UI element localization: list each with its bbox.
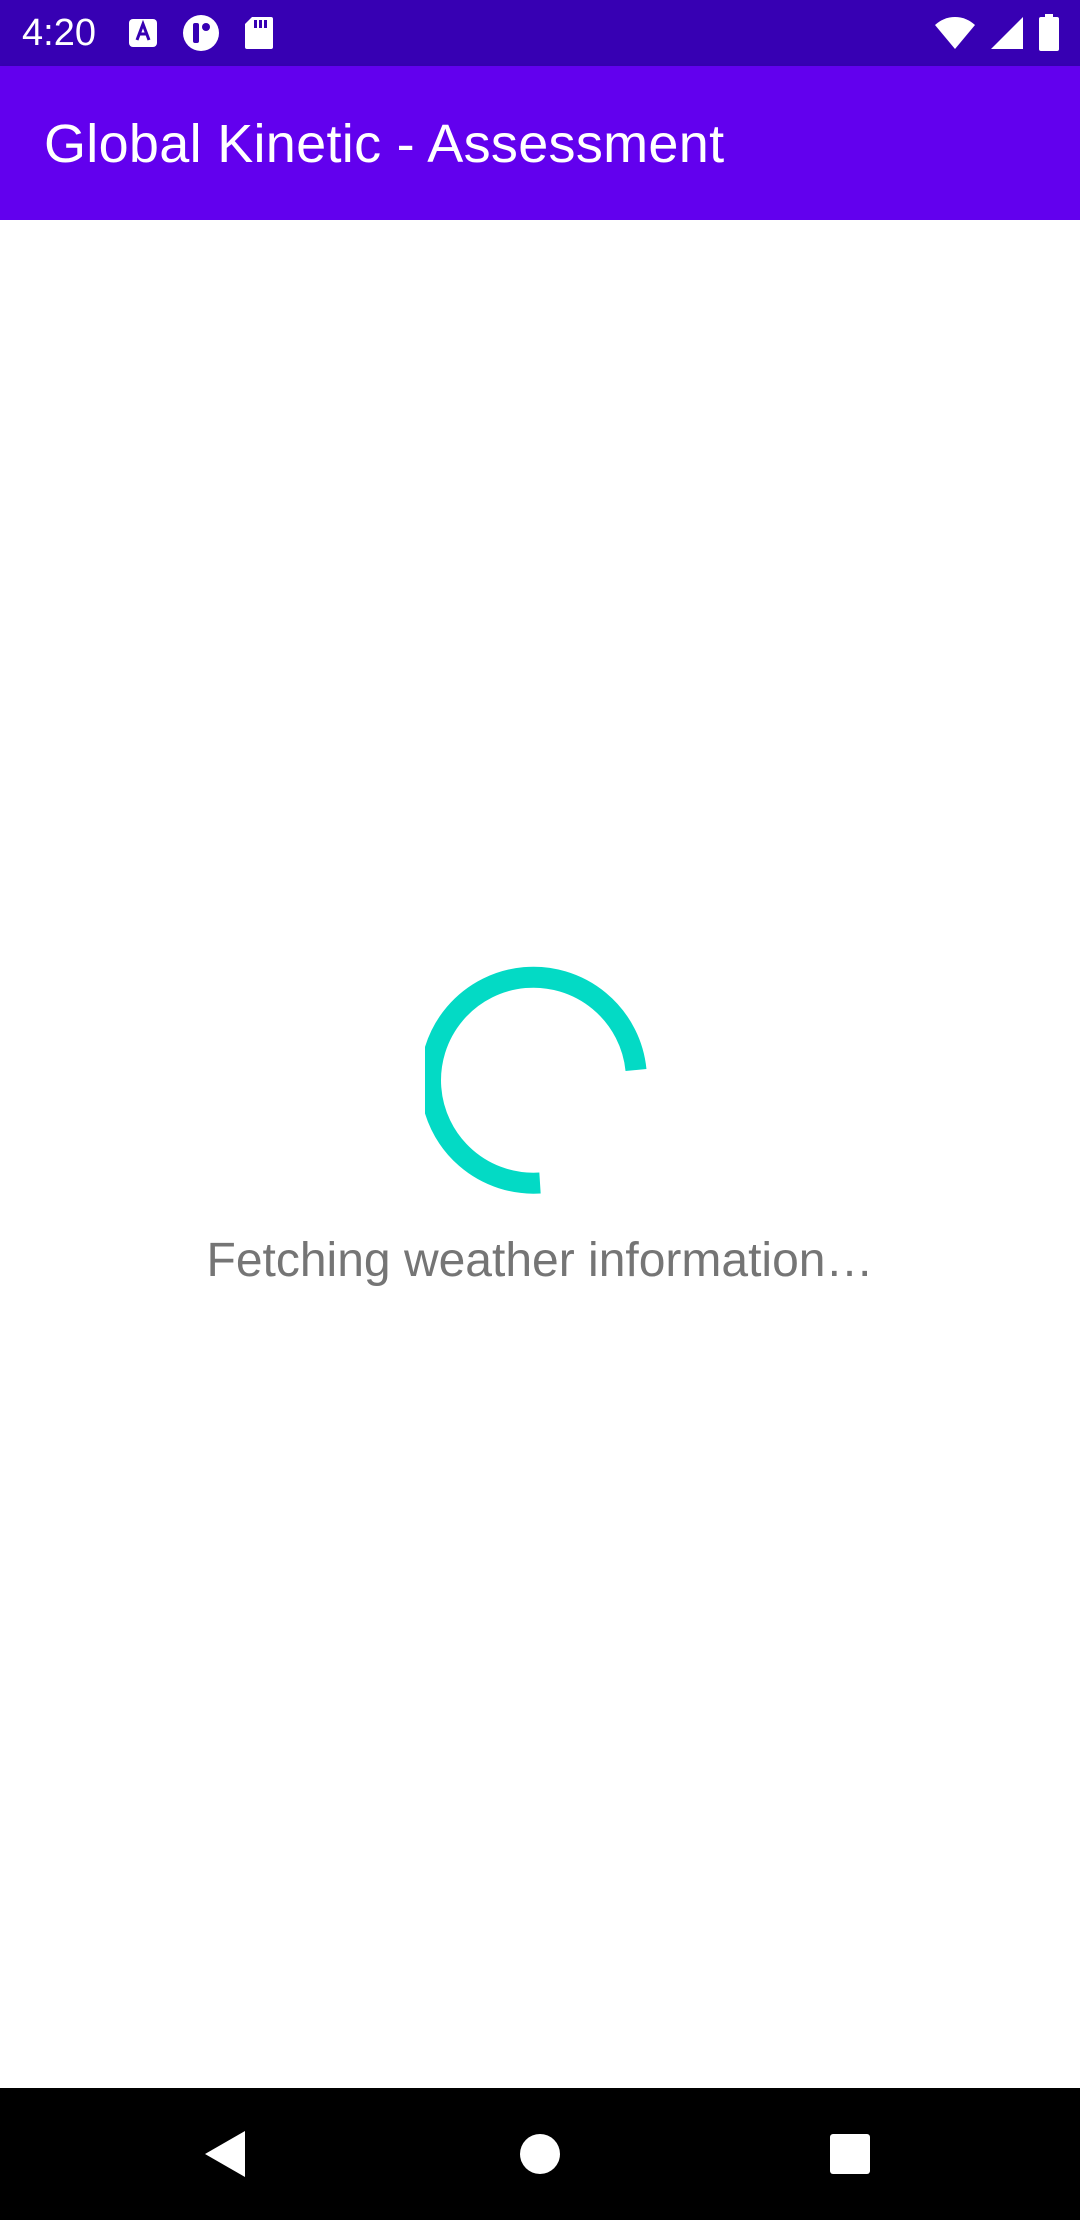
navigation-bar bbox=[0, 2088, 1080, 2220]
content-area: Fetching weather information… bbox=[0, 220, 1080, 2088]
status-notification-icons bbox=[128, 14, 274, 52]
loading-text: Fetching weather information… bbox=[206, 1234, 874, 1287]
app-title: Global Kinetic - Assessment bbox=[44, 114, 725, 174]
t-badge-icon bbox=[182, 14, 220, 52]
status-time: 4:20 bbox=[22, 12, 96, 54]
battery-icon bbox=[1038, 14, 1060, 52]
status-bar: 4:20 bbox=[0, 0, 1080, 66]
screen: 4:20 Global Kinetic - Assessment Fetchin… bbox=[0, 0, 1080, 2220]
sd-card-icon bbox=[244, 16, 274, 50]
recents-button[interactable] bbox=[810, 2114, 890, 2194]
loading-spinner bbox=[420, 965, 655, 1195]
cell-signal-icon bbox=[990, 16, 1024, 50]
text-a-icon bbox=[128, 18, 158, 48]
app-bar: Global Kinetic - Assessment bbox=[0, 66, 1080, 220]
home-icon bbox=[519, 2133, 561, 2175]
recents-icon bbox=[829, 2133, 871, 2175]
home-button[interactable] bbox=[500, 2114, 580, 2194]
wifi-icon bbox=[934, 16, 976, 50]
back-icon bbox=[203, 2129, 247, 2179]
status-system-icons bbox=[934, 12, 1060, 54]
back-button[interactable] bbox=[185, 2114, 265, 2194]
